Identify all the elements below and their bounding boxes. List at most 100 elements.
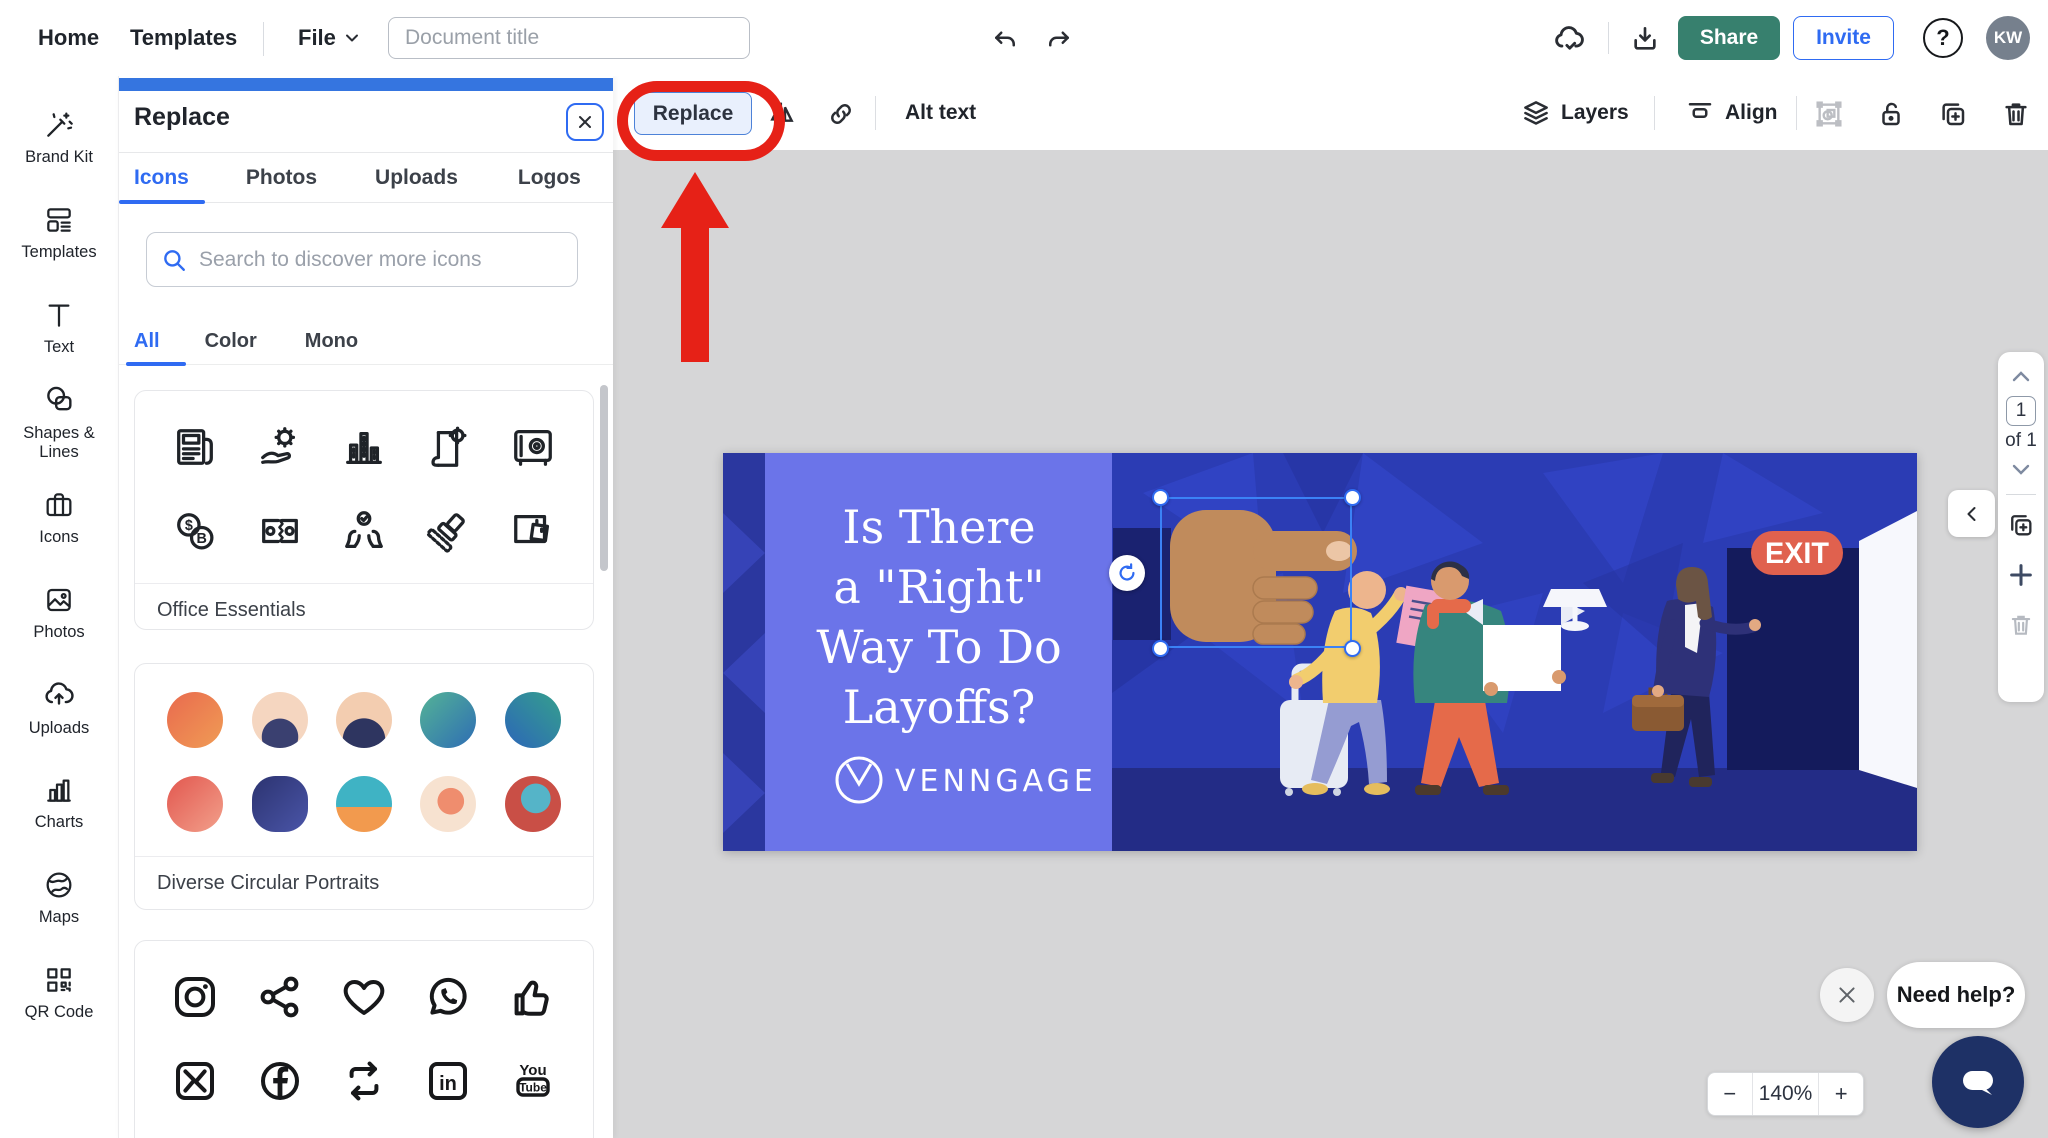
align-button[interactable]: Align <box>1685 76 1778 150</box>
icon-meeting-check[interactable] <box>322 489 406 573</box>
sidebar-item-icons[interactable]: Icons <box>0 470 118 565</box>
download-button[interactable] <box>1628 22 1662 56</box>
portrait-10[interactable] <box>491 762 575 846</box>
tab-icons[interactable]: Icons <box>119 153 205 204</box>
portrait-4[interactable] <box>406 678 490 762</box>
page-up-button[interactable] <box>2003 364 2039 390</box>
tab-logos[interactable]: Logos <box>518 153 581 203</box>
add-page-button[interactable] <box>2003 557 2039 593</box>
nav-home[interactable]: Home <box>38 0 99 76</box>
avatar[interactable]: KW <box>1986 16 2030 60</box>
sidebar-label: Photos <box>33 622 85 641</box>
help-button[interactable]: ? <box>1923 18 1963 58</box>
document-title-input[interactable] <box>388 17 750 59</box>
design-page[interactable]: EXIT Is There a "Right" Way To Do Layoff… <box>723 453 1917 851</box>
panel-tabs: Icons Photos Uploads Logos <box>119 153 613 204</box>
link-icon <box>831 104 851 124</box>
selection-handle-bottom-right[interactable] <box>1344 640 1361 657</box>
chat-bubble-icon <box>1963 1071 1993 1095</box>
sidebar-item-text[interactable]: Text <box>0 280 118 375</box>
panel-scrollbar[interactable] <box>600 385 608 571</box>
portrait-3[interactable] <box>322 678 406 762</box>
icon-safe[interactable] <box>491 405 575 489</box>
icon-linkedin[interactable]: in <box>406 1039 490 1123</box>
selection-handle-top-right[interactable] <box>1344 489 1361 506</box>
icon-sticky-notes[interactable] <box>491 489 575 573</box>
icon-split-banknote[interactable] <box>237 489 321 573</box>
portrait-6[interactable] <box>153 762 237 846</box>
invite-button[interactable]: Invite <box>1793 16 1894 60</box>
icon-youtube[interactable]: You Tube <box>491 1039 575 1123</box>
filter-all[interactable]: All <box>126 319 185 366</box>
dismiss-help-button[interactable] <box>1820 968 1874 1022</box>
undo-button[interactable] <box>988 22 1022 56</box>
alt-text-button[interactable]: Alt text <box>905 76 976 150</box>
icon-facebook[interactable] <box>237 1039 321 1123</box>
zoom-out-button[interactable]: − <box>1708 1073 1753 1115</box>
search-input[interactable] <box>199 247 563 272</box>
sidebar-item-qr-code[interactable]: QR Code <box>0 945 118 1040</box>
delete-page-button[interactable] <box>2003 607 2039 643</box>
icon-dollar-bitcoin-coins[interactable]: $ B <box>153 489 237 573</box>
portrait-8[interactable] <box>322 762 406 846</box>
portrait-5[interactable] <box>491 678 575 762</box>
layers-button[interactable]: Layers <box>1521 76 1629 150</box>
zoom-in-button[interactable]: + <box>1818 1073 1863 1115</box>
sidebar-item-uploads[interactable]: Uploads <box>0 660 118 755</box>
rotate-handle[interactable] <box>1109 555 1145 591</box>
filter-color[interactable]: Color <box>205 319 257 365</box>
sidebar-item-photos[interactable]: Photos <box>0 565 118 660</box>
portrait-2[interactable] <box>237 678 321 762</box>
link-button[interactable] <box>823 96 859 132</box>
sidebar-item-templates[interactable]: Templates <box>0 185 118 280</box>
nav-templates[interactable]: Templates <box>130 0 237 76</box>
collapse-page-rail-button[interactable] <box>1948 490 1995 537</box>
cloud-sync-button[interactable] <box>1552 22 1586 56</box>
group-button[interactable] <box>1811 96 1847 132</box>
icon-hand-gear[interactable] <box>237 405 321 489</box>
sidebar-item-maps[interactable]: Maps <box>0 850 118 945</box>
portrait-7[interactable] <box>237 762 321 846</box>
tab-photos[interactable]: Photos <box>246 153 317 203</box>
icon-share-nodes[interactable] <box>237 955 321 1039</box>
panel-close-button[interactable] <box>566 103 604 141</box>
icon-blueprint-gear[interactable] <box>406 405 490 489</box>
flip-button[interactable] <box>763 96 799 132</box>
cloud-upload-icon <box>45 681 74 705</box>
page-number[interactable]: 1 <box>2006 396 2036 426</box>
icon-invoice-printer[interactable] <box>153 405 237 489</box>
chevron-down-icon <box>2012 464 2030 475</box>
sidebar-item-shapes-lines[interactable]: Shapes & Lines <box>0 375 118 470</box>
share-button[interactable]: Share <box>1678 16 1780 60</box>
page-down-button[interactable] <box>2003 456 2039 482</box>
canvas-area[interactable]: EXIT Is There a "Right" Way To Do Layoff… <box>613 150 2048 1138</box>
delete-button[interactable] <box>1998 96 2034 132</box>
icon-instagram[interactable] <box>153 955 237 1039</box>
icon-bar-chart[interactable] <box>322 405 406 489</box>
lock-button[interactable] <box>1873 96 1909 132</box>
portrait-9[interactable] <box>406 762 490 846</box>
nav-file-menu[interactable]: File <box>298 0 360 76</box>
divider <box>2006 494 2036 495</box>
icon-heart[interactable] <box>322 955 406 1039</box>
icon-stamp[interactable] <box>406 489 490 573</box>
toolbar-divider <box>875 96 876 130</box>
replace-button[interactable]: Replace <box>634 92 752 135</box>
sidebar-item-brand-kit[interactable]: Brand Kit <box>0 90 118 185</box>
duplicate-plus-icon <box>1942 103 1965 126</box>
icon-thumbs-up[interactable] <box>491 955 575 1039</box>
chat-button[interactable] <box>1932 1036 2024 1128</box>
tab-uploads[interactable]: Uploads <box>375 153 458 203</box>
filter-mono[interactable]: Mono <box>305 319 358 365</box>
selection-handle-top-left[interactable] <box>1152 489 1169 506</box>
icon-repost[interactable] <box>322 1039 406 1123</box>
need-help-bubble[interactable]: Need help? <box>1887 962 2025 1028</box>
redo-button[interactable] <box>1042 22 1076 56</box>
icon-whatsapp[interactable] <box>406 955 490 1039</box>
selection-handle-bottom-left[interactable] <box>1152 640 1169 657</box>
sidebar-item-charts[interactable]: Charts <box>0 755 118 850</box>
icon-x-twitter[interactable] <box>153 1039 237 1123</box>
portrait-1[interactable] <box>153 678 237 762</box>
duplicate-page-button[interactable] <box>2003 507 2039 543</box>
duplicate-button[interactable] <box>1935 96 1971 132</box>
